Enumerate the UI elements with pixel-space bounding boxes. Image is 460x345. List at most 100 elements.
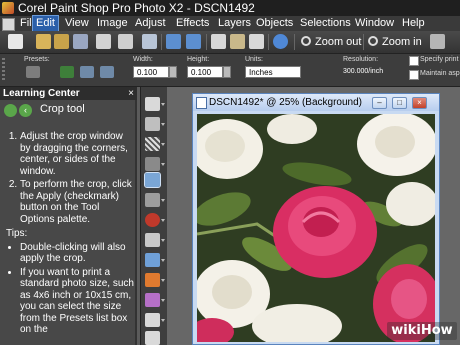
document-title-bar[interactable]: DSCN1492* @ 25% (Background) – □ × bbox=[193, 94, 439, 111]
chevron-down-icon[interactable] bbox=[161, 239, 165, 242]
height-input[interactable]: 0.100 bbox=[187, 66, 223, 78]
open-folder-icon[interactable] bbox=[36, 34, 51, 49]
menu-adjust[interactable]: Adjust bbox=[132, 16, 169, 31]
rose-photo bbox=[197, 114, 435, 342]
snap-selection-icon[interactable] bbox=[80, 66, 94, 78]
maintain-aspect-checkbox[interactable] bbox=[409, 70, 419, 80]
standard-toolbar: Zoom out Zoom in bbox=[0, 31, 460, 54]
maintain-aspect-label: Maintain asp bbox=[420, 70, 460, 77]
scan-icon[interactable] bbox=[142, 34, 157, 49]
redo-icon[interactable] bbox=[186, 34, 201, 49]
browse-icon[interactable] bbox=[54, 34, 69, 49]
image-canvas[interactable] bbox=[197, 114, 435, 342]
height-label: Height: bbox=[187, 56, 210, 63]
magnifier-icon bbox=[301, 36, 311, 47]
document-title: DSCN1492* @ 25% (Background) bbox=[209, 97, 363, 108]
straighten-tool-icon[interactable] bbox=[145, 193, 160, 207]
help-text: Adjust the crop window by dragging the c… bbox=[6, 131, 134, 338]
window-title: Corel Paint Shop Pro Photo X2 - DSCN1492 bbox=[18, 1, 255, 15]
menu-view[interactable]: View bbox=[62, 16, 92, 31]
learning-center-header: Learning Center × bbox=[0, 87, 137, 100]
save-icon[interactable] bbox=[73, 34, 88, 49]
chevron-down-icon[interactable] bbox=[161, 103, 165, 106]
width-spinner[interactable] bbox=[169, 66, 177, 78]
zoom-in-button[interactable]: Zoom in bbox=[368, 33, 422, 51]
minimize-icon[interactable]: – bbox=[372, 97, 387, 109]
menu-image[interactable]: Image bbox=[94, 16, 131, 31]
paste-icon[interactable] bbox=[230, 34, 245, 49]
width-input[interactable]: 0.100 bbox=[133, 66, 169, 78]
chevron-down-icon[interactable] bbox=[161, 143, 165, 146]
save-as-icon[interactable] bbox=[96, 34, 111, 49]
back-icon[interactable]: ‹ bbox=[19, 104, 32, 117]
copy-icon[interactable] bbox=[211, 34, 226, 49]
chevron-down-icon[interactable] bbox=[161, 199, 165, 202]
height-spinner[interactable] bbox=[223, 66, 231, 78]
app-icon bbox=[2, 2, 14, 14]
eraser-tool-icon[interactable] bbox=[145, 313, 160, 327]
width-label: Width: bbox=[133, 56, 153, 63]
info-icon[interactable] bbox=[273, 34, 288, 49]
topic-title: Crop tool bbox=[40, 103, 85, 115]
snap-layer-icon[interactable] bbox=[100, 66, 114, 78]
makeover-tool-icon[interactable] bbox=[145, 233, 160, 247]
selection-tool-icon[interactable] bbox=[145, 137, 160, 151]
red-eye-tool-icon[interactable] bbox=[145, 213, 160, 227]
zoom-in-label: Zoom in bbox=[382, 36, 422, 48]
close-icon[interactable]: × bbox=[128, 87, 134, 100]
toolbar-separator bbox=[363, 34, 364, 50]
home-icon[interactable] bbox=[4, 104, 17, 117]
specify-print-size-checkbox[interactable] bbox=[409, 56, 419, 66]
menu-objects[interactable]: Objects bbox=[253, 16, 296, 31]
pick-tool-icon[interactable] bbox=[145, 117, 160, 131]
menu-help[interactable]: Help bbox=[399, 16, 428, 31]
fill-tool-icon[interactable] bbox=[145, 331, 160, 345]
paste-as-new-icon[interactable] bbox=[249, 34, 264, 49]
apply-checkmark-icon[interactable] bbox=[60, 66, 74, 78]
toolbar-separator bbox=[206, 34, 207, 50]
menu-edit[interactable]: Edit bbox=[32, 15, 59, 32]
chevron-down-icon[interactable] bbox=[161, 299, 165, 302]
menu-bar: File Edit View Image Adjust Effects Laye… bbox=[0, 15, 460, 32]
paint-brush-icon[interactable] bbox=[145, 273, 160, 287]
dodge-brush-icon[interactable] bbox=[145, 293, 160, 307]
toolbar-separator bbox=[161, 34, 162, 50]
menu-effects[interactable]: Effects bbox=[173, 16, 212, 31]
new-file-icon[interactable] bbox=[8, 34, 23, 49]
zoom-out-button[interactable]: Zoom out bbox=[301, 33, 361, 51]
watermark: wikiHow bbox=[387, 322, 457, 340]
document-window[interactable]: DSCN1492* @ 25% (Background) – □ × bbox=[192, 93, 440, 345]
eyedropper-tool-icon[interactable] bbox=[145, 157, 160, 171]
full-screen-icon[interactable] bbox=[430, 34, 445, 49]
tip-item: If you want to print a standard photo si… bbox=[20, 267, 134, 336]
palette-grip[interactable] bbox=[2, 58, 5, 82]
menu-selections[interactable]: Selections bbox=[297, 16, 354, 31]
learning-center-scrollbar[interactable] bbox=[135, 100, 137, 345]
units-label: Units: bbox=[245, 56, 263, 63]
menu-layers[interactable]: Layers bbox=[215, 16, 254, 31]
chevron-down-icon[interactable] bbox=[161, 259, 165, 262]
undo-icon[interactable] bbox=[166, 34, 181, 49]
menu-window[interactable]: Window bbox=[352, 16, 397, 31]
tip-item: Double-clicking will also apply the crop… bbox=[20, 242, 134, 265]
tips-label: Tips: bbox=[6, 228, 28, 239]
crop-tool-icon[interactable] bbox=[144, 172, 161, 188]
chevron-down-icon[interactable] bbox=[161, 219, 165, 222]
print-icon[interactable] bbox=[118, 34, 133, 49]
chevron-down-icon[interactable] bbox=[161, 163, 165, 166]
toolbar-separator bbox=[268, 34, 269, 50]
learning-center-panel: Learning Center × ‹ Crop tool Adjust the… bbox=[0, 87, 137, 345]
system-menu-icon[interactable] bbox=[2, 18, 15, 31]
crop-presets-icon[interactable] bbox=[26, 66, 40, 78]
zoom-out-label: Zoom out bbox=[315, 36, 362, 48]
resolution-value: 300.000/inch bbox=[343, 68, 384, 75]
chevron-down-icon[interactable] bbox=[161, 279, 165, 282]
specify-print-label: Specify print bbox=[420, 56, 459, 63]
chevron-down-icon[interactable] bbox=[161, 123, 165, 126]
pan-tool-icon[interactable] bbox=[145, 97, 160, 111]
units-select[interactable]: Inches bbox=[245, 66, 301, 78]
chevron-down-icon[interactable] bbox=[161, 319, 165, 322]
maximize-icon[interactable]: □ bbox=[392, 97, 407, 109]
clone-brush-icon[interactable] bbox=[145, 253, 160, 267]
close-icon[interactable]: × bbox=[412, 97, 427, 109]
